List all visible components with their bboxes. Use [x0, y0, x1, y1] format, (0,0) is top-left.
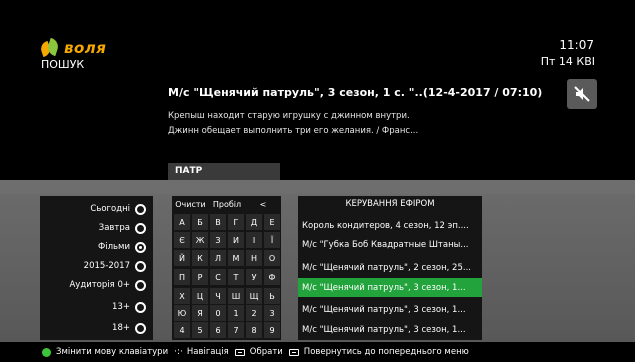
key[interactable]: Ш [228, 288, 244, 304]
filter-tomorrow[interactable]: Завтра [40, 219, 153, 237]
result-item[interactable]: М/с "Губка Боб Квадратные Штаны... [298, 235, 482, 254]
filter-label: Сьогодні [90, 204, 130, 214]
radio-icon [135, 301, 146, 313]
radio-icon [135, 203, 146, 215]
results-list: КЕРУВАННЯ ЕФІРОМ Король кондитеров, 4 се… [298, 196, 482, 340]
key[interactable]: У [246, 269, 262, 285]
description-line: Джинн обещает выполнить три его желания.… [168, 126, 419, 136]
filter-18[interactable]: 18+ [40, 319, 153, 337]
key[interactable]: 0 [210, 305, 226, 321]
radio-icon [135, 260, 146, 272]
description-line: Крепыш находит старую игрушку с джинном … [168, 111, 410, 121]
result-item[interactable]: М/с "Щенячий патруль", 3 сезон, 1... [298, 320, 482, 339]
brand-logo: воля [39, 37, 107, 58]
result-item[interactable]: М/с "Щенячий патруль", 3 сезон, 1... [298, 300, 482, 319]
key[interactable]: Ж [192, 232, 208, 248]
filter-label: 2015-2017 [83, 261, 130, 271]
filter-label: 13+ [112, 302, 130, 312]
key[interactable]: І [246, 232, 262, 248]
result-item[interactable]: Король кондитеров, 4 сезон, 12 эп.... [298, 216, 482, 235]
footer-hints: Змінити мову клавіатури ·:· Навігація Об… [0, 342, 635, 362]
filter-years[interactable]: 2015-2017 [40, 257, 153, 275]
key[interactable]: О [264, 250, 280, 266]
key[interactable]: Т [228, 269, 244, 285]
key[interactable]: Г [228, 214, 244, 230]
hint-change-keyboard: Змінити мову клавіатури [56, 347, 169, 357]
on-screen-keyboard: Очисти Пробіл < АБВГДЕ ЄЖЗИІЇ ЙКЛМНО ПРСТУФ… [172, 196, 281, 340]
key[interactable]: Я [192, 305, 208, 321]
key[interactable]: Л [210, 250, 226, 266]
key[interactable]: Б [192, 214, 208, 230]
key[interactable]: М [228, 250, 244, 266]
radio-selected-icon [135, 241, 146, 253]
key[interactable]: Ч [210, 288, 226, 304]
key[interactable]: И [228, 232, 244, 248]
search-input[interactable]: ПАТР [168, 163, 280, 180]
radio-icon [135, 279, 146, 291]
hint-select: Обрати [249, 347, 283, 357]
key[interactable]: А [174, 214, 190, 230]
key[interactable]: В [210, 214, 226, 230]
key[interactable]: С [210, 269, 226, 285]
key[interactable]: 6 [210, 322, 226, 338]
key[interactable]: 2 [246, 305, 262, 321]
filter-label: 18+ [112, 323, 130, 333]
key[interactable]: Ї [264, 232, 280, 248]
filter-13[interactable]: 13+ [40, 298, 153, 316]
date: Пт 14 КВІ [540, 55, 595, 68]
backspace-key[interactable]: < [252, 196, 274, 212]
filter-label: Фільми [97, 242, 130, 252]
key[interactable]: П [174, 269, 190, 285]
key[interactable]: 1 [228, 305, 244, 321]
key[interactable]: Ь [264, 288, 280, 304]
brand-name: воля [64, 39, 107, 57]
mute-button[interactable] [567, 79, 597, 109]
tv-search-screen: воля ПОШУК 11:07 Пт 14 КВІ М/с "Щенячий … [0, 0, 635, 362]
key[interactable]: Ю [174, 305, 190, 321]
key[interactable]: Й [174, 250, 190, 266]
radio-icon [135, 222, 146, 234]
program-title: М/с "Щенячий патруль", 3 сезон, 1 с. "..… [168, 86, 543, 99]
key[interactable]: Н [246, 250, 262, 266]
filter-films[interactable]: Фільми [40, 238, 153, 256]
key[interactable]: Ф [264, 269, 280, 285]
ok-button-icon [234, 348, 245, 356]
filter-audience-0[interactable]: Аудиторія 0+ [40, 276, 153, 294]
results-header: КЕРУВАННЯ ЕФІРОМ [345, 199, 435, 209]
key[interactable]: 9 [264, 322, 280, 338]
filter-label: Аудиторія 0+ [69, 280, 130, 290]
hint-back: Повернутись до попереднього меню [303, 347, 469, 357]
filter-label: Завтра [98, 223, 130, 233]
key[interactable]: Щ [246, 288, 262, 304]
key[interactable]: Р [192, 269, 208, 285]
key[interactable]: 8 [246, 322, 262, 338]
result-item[interactable]: М/с "Щенячий патруль", 2 сезон, 25... [298, 258, 482, 277]
program-description: Крепыш находит старую игрушку с джинном … [168, 109, 548, 139]
key[interactable]: Ц [192, 288, 208, 304]
clear-key[interactable]: Очисти [173, 196, 208, 212]
back-button-icon [288, 348, 299, 356]
logo-leaf-icon [39, 37, 61, 58]
green-button-icon [42, 347, 51, 357]
key[interactable]: Є [174, 232, 190, 248]
key[interactable]: Е [264, 214, 280, 230]
key[interactable]: 4 [174, 322, 190, 338]
filter-list: Сьогодні Завтра Фільми 2015-2017 Аудитор… [40, 196, 153, 340]
key[interactable]: З [210, 232, 226, 248]
hint-navigation: Навігація [186, 347, 229, 357]
clock: 11:07 [559, 38, 594, 52]
key[interactable]: 5 [192, 322, 208, 338]
key[interactable]: 3 [264, 305, 280, 321]
key[interactable]: Д [246, 214, 262, 230]
dpad-icon: ·:· [174, 347, 183, 357]
filter-today[interactable]: Сьогодні [40, 200, 153, 218]
result-item-selected[interactable]: М/с "Щенячий патруль", 3 сезон, 1... [298, 278, 482, 297]
radio-icon [135, 322, 146, 334]
key[interactable]: К [192, 250, 208, 266]
section-title: ПОШУК [41, 58, 85, 71]
key[interactable]: 7 [228, 322, 244, 338]
space-key[interactable]: Пробіл [208, 196, 246, 212]
key[interactable]: Х [174, 288, 190, 304]
mute-icon [574, 86, 590, 102]
